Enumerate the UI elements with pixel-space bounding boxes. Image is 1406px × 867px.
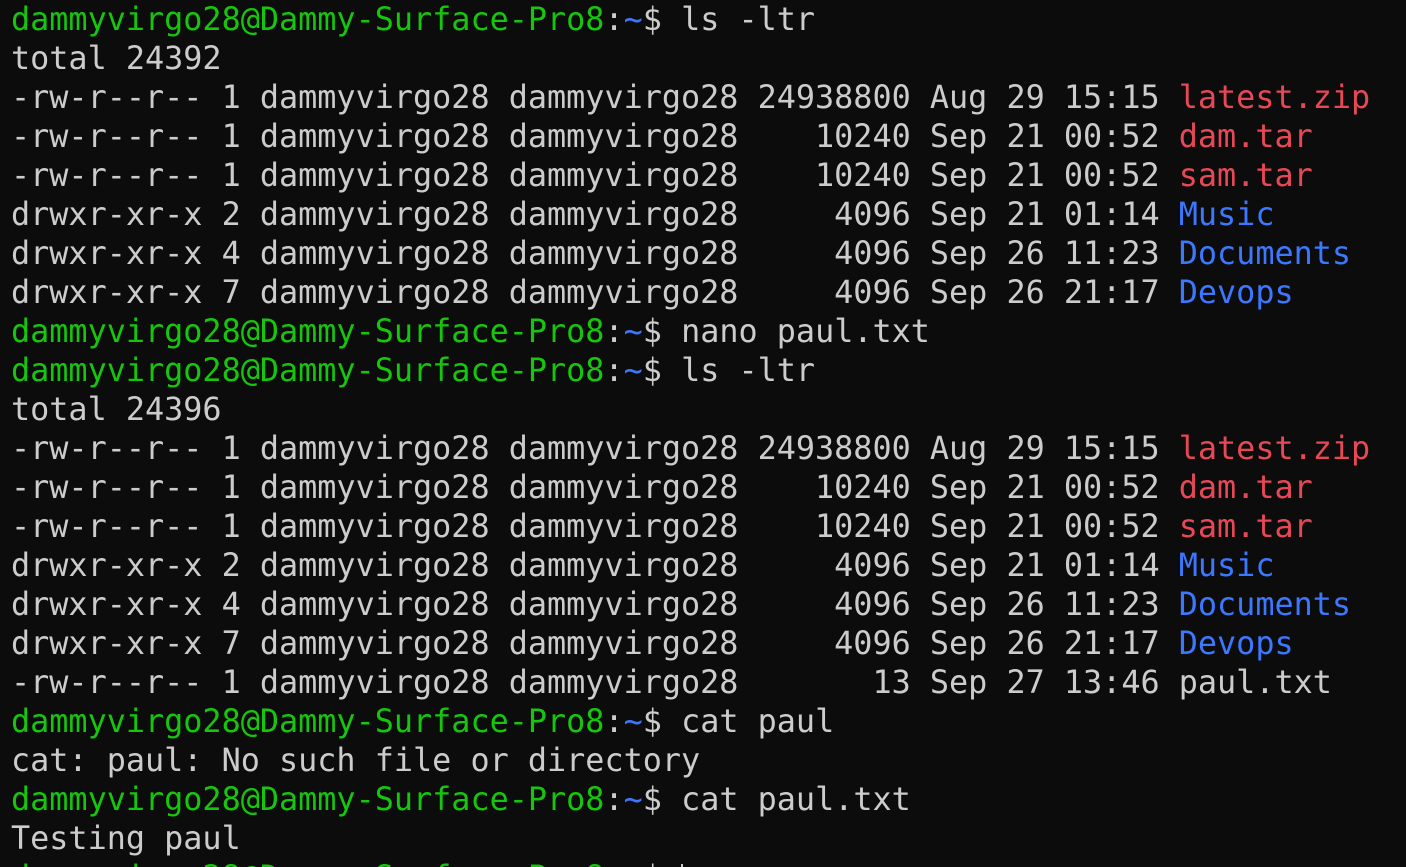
prompt-path: ~ <box>624 859 643 867</box>
output-line: total 24392 <box>11 40 222 77</box>
file-metadata: drwxr-xr-x 4 dammyvirgo28 dammyvirgo28 4… <box>11 586 1179 623</box>
file-metadata: drwxr-xr-x 4 dammyvirgo28 dammyvirgo28 4… <box>11 235 1179 272</box>
prompt-line: dammyvirgo28@Dammy-Surface-Pro8:~$ ls -l… <box>11 351 1406 390</box>
terminal-window[interactable]: dammyvirgo28@Dammy-Surface-Pro8:~$ ls -l… <box>0 0 1406 867</box>
file-listing-row: -rw-r--r-- 1 dammyvirgo28 dammyvirgo28 1… <box>11 156 1406 195</box>
file-name: latest.zip <box>1178 79 1371 116</box>
file-listing-row: -rw-r--r-- 1 dammyvirgo28 dammyvirgo28 2… <box>11 429 1406 468</box>
directory-name: Documents <box>1178 235 1352 272</box>
file-listing-row: drwxr-xr-x 4 dammyvirgo28 dammyvirgo28 4… <box>11 234 1406 273</box>
prompt-line: dammyvirgo28@Dammy-Surface-Pro8:~$ cat p… <box>11 780 1406 819</box>
file-metadata: -rw-r--r-- 1 dammyvirgo28 dammyvirgo28 1… <box>11 664 1179 701</box>
file-metadata: drwxr-xr-x 7 dammyvirgo28 dammyvirgo28 4… <box>11 274 1179 311</box>
command-text: ls -ltr <box>681 1 816 38</box>
prompt-path: ~ <box>623 313 643 350</box>
file-listing-row: -rw-r--r-- 1 dammyvirgo28 dammyvirgo28 1… <box>11 663 1406 702</box>
command-text: cat paul.txt <box>681 781 911 818</box>
file-listing-row: drwxr-xr-x 7 dammyvirgo28 dammyvirgo28 4… <box>11 624 1406 663</box>
file-name: paul.txt <box>1178 664 1332 701</box>
file-listing-row: -rw-r--r-- 1 dammyvirgo28 dammyvirgo28 1… <box>11 117 1406 156</box>
prompt-colon: : <box>604 781 624 818</box>
prompt-symbol: $ <box>642 352 682 389</box>
file-name: dam.tar <box>1178 469 1313 506</box>
prompt-path: ~ <box>623 703 643 740</box>
file-metadata: drwxr-xr-x 7 dammyvirgo28 dammyvirgo28 4… <box>11 625 1179 662</box>
prompt-symbol: $ <box>643 859 681 867</box>
file-listing-row: drwxr-xr-x 2 dammyvirgo28 dammyvirgo28 4… <box>11 546 1406 585</box>
prompt-user-host: dammyvirgo28@Dammy-Surface-Pro8 <box>11 1 605 38</box>
active-prompt-line: dammyvirgo28@Dammy-Surface-Pro8:~$ <box>11 858 1406 867</box>
prompt-user-host: dammyvirgo28@Dammy-Surface-Pro8 <box>11 781 605 818</box>
output-line: cat: paul: No such file or directory <box>11 742 701 779</box>
prompt-colon: : <box>604 352 624 389</box>
file-listing-row: -rw-r--r-- 1 dammyvirgo28 dammyvirgo28 1… <box>11 507 1406 546</box>
file-listing-row: -rw-r--r-- 1 dammyvirgo28 dammyvirgo28 2… <box>11 78 1406 117</box>
file-metadata: -rw-r--r-- 1 dammyvirgo28 dammyvirgo28 1… <box>11 469 1179 506</box>
prompt-path: ~ <box>623 1 643 38</box>
directory-name: Devops <box>1178 625 1294 662</box>
prompt-colon: : <box>604 859 623 867</box>
command-text: ls -ltr <box>681 352 816 389</box>
prompt-line: dammyvirgo28@Dammy-Surface-Pro8:~$ ls -l… <box>11 0 1406 39</box>
prompt-symbol: $ <box>642 703 682 740</box>
directory-name: Devops <box>1178 274 1294 311</box>
file-listing-row: -rw-r--r-- 1 dammyvirgo28 dammyvirgo28 1… <box>11 468 1406 507</box>
file-name: latest.zip <box>1178 430 1371 467</box>
file-metadata: -rw-r--r-- 1 dammyvirgo28 dammyvirgo28 2… <box>11 79 1179 116</box>
prompt-symbol: $ <box>642 781 682 818</box>
file-name: dam.tar <box>1178 118 1313 155</box>
prompt-line: dammyvirgo28@Dammy-Surface-Pro8:~$ cat p… <box>11 702 1406 741</box>
prompt-user-host: dammyvirgo28@Dammy-Surface-Pro8 <box>11 703 605 740</box>
file-metadata: -rw-r--r-- 1 dammyvirgo28 dammyvirgo28 1… <box>11 508 1179 545</box>
file-metadata: -rw-r--r-- 1 dammyvirgo28 dammyvirgo28 1… <box>11 157 1179 194</box>
file-listing-row: drwxr-xr-x 7 dammyvirgo28 dammyvirgo28 4… <box>11 273 1406 312</box>
prompt-path: ~ <box>623 352 643 389</box>
output-line: Testing paul <box>11 820 241 857</box>
prompt-symbol: $ <box>642 1 682 38</box>
prompt-user-host: dammyvirgo28@Dammy-Surface-Pro8 <box>11 352 605 389</box>
prompt-colon: : <box>604 1 624 38</box>
prompt-line: dammyvirgo28@Dammy-Surface-Pro8:~$ nano … <box>11 312 1406 351</box>
file-metadata: -rw-r--r-- 1 dammyvirgo28 dammyvirgo28 2… <box>11 430 1179 467</box>
prompt-path: ~ <box>623 781 643 818</box>
command-text: cat paul <box>681 703 835 740</box>
prompt-colon: : <box>604 703 624 740</box>
directory-name: Music <box>1178 547 1275 584</box>
file-listing-row: drwxr-xr-x 2 dammyvirgo28 dammyvirgo28 4… <box>11 195 1406 234</box>
prompt-colon: : <box>604 313 624 350</box>
output-line: total 24396 <box>11 391 222 428</box>
prompt-symbol: $ <box>642 313 682 350</box>
directory-name: Documents <box>1178 586 1352 623</box>
file-name: sam.tar <box>1178 157 1313 194</box>
file-name: sam.tar <box>1178 508 1313 545</box>
file-metadata: drwxr-xr-x 2 dammyvirgo28 dammyvirgo28 4… <box>11 547 1179 584</box>
prompt-user-host: dammyvirgo28@Dammy-Surface-Pro8 <box>11 859 604 867</box>
file-metadata: drwxr-xr-x 2 dammyvirgo28 dammyvirgo28 4… <box>11 196 1179 233</box>
file-listing-row: drwxr-xr-x 4 dammyvirgo28 dammyvirgo28 4… <box>11 585 1406 624</box>
file-metadata: -rw-r--r-- 1 dammyvirgo28 dammyvirgo28 1… <box>11 118 1179 155</box>
prompt-user-host: dammyvirgo28@Dammy-Surface-Pro8 <box>11 313 605 350</box>
directory-name: Music <box>1178 196 1275 233</box>
command-text: nano paul.txt <box>681 313 930 350</box>
